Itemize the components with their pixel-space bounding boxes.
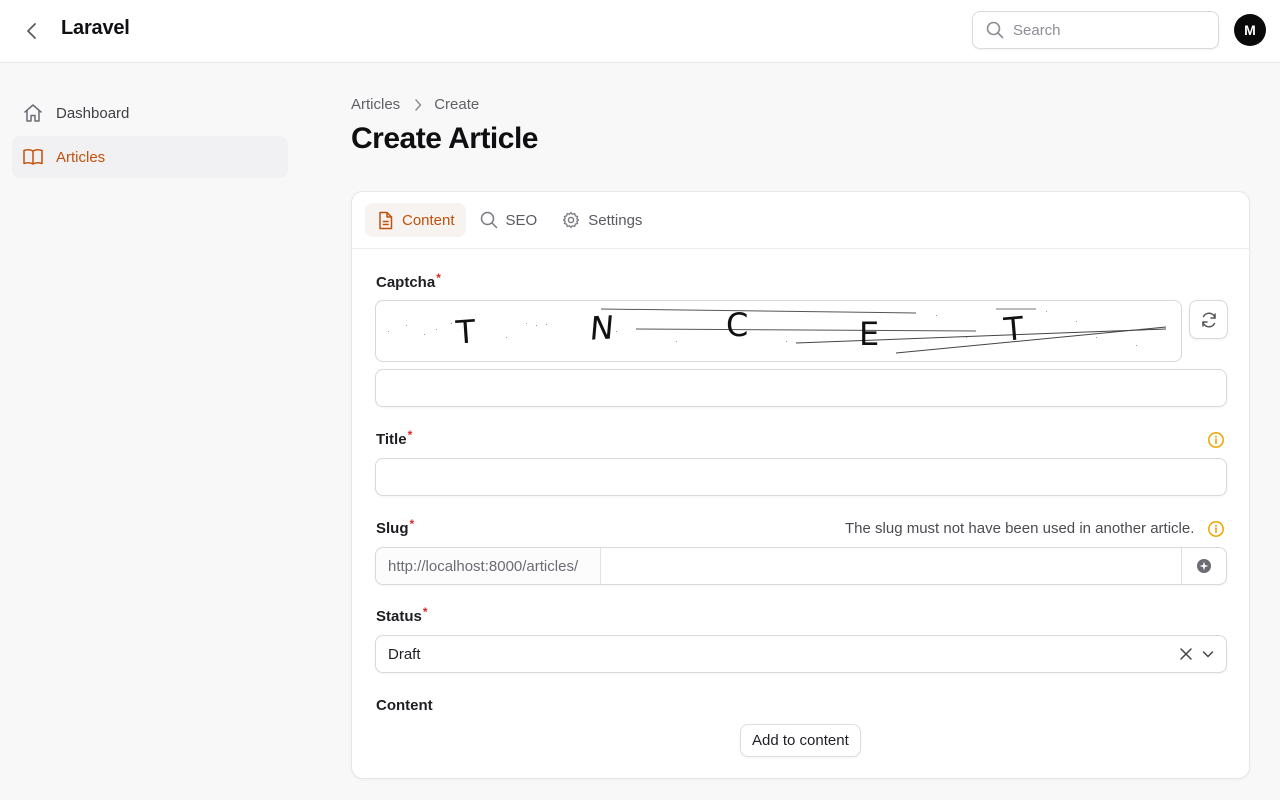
app-title[interactable]: Laravel (61, 17, 130, 40)
slug-generate-button[interactable] (1181, 548, 1226, 584)
page-title: Create Article (351, 122, 538, 155)
search-input[interactable] (1013, 21, 1203, 39)
chevron-left-icon (27, 23, 36, 39)
search-icon (480, 211, 497, 229)
refresh-icon (1201, 312, 1216, 327)
captcha-char: T (1002, 309, 1026, 349)
required-marker: * (409, 517, 415, 531)
captcha-input-wrap (375, 369, 1227, 407)
title-label: Title* (376, 428, 413, 448)
slug-prefix: http://localhost:8000/articles/ (376, 548, 601, 584)
chevron-down-icon[interactable] (1201, 646, 1215, 662)
status-selected-value: Draft (388, 645, 421, 663)
required-marker: * (407, 428, 413, 442)
avatar[interactable]: M (1234, 14, 1266, 46)
breadcrumb-item-create[interactable]: Create (434, 96, 479, 113)
status-label: Status* (376, 605, 428, 625)
tabs: Content SEO Settings (352, 192, 1249, 249)
captcha-label: Captcha* (376, 271, 441, 291)
slug-hint: The slug must not have been used in anot… (845, 520, 1195, 537)
top-bar: Laravel M (0, 0, 1280, 63)
sidebar-item-label: Articles (56, 148, 106, 166)
status-label-text: Status (376, 608, 422, 625)
title-input[interactable] (376, 459, 1226, 495)
add-to-content-button[interactable]: Add to content (740, 724, 861, 757)
gear-icon (563, 211, 580, 229)
breadcrumb-item-articles[interactable]: Articles (351, 96, 400, 113)
slug-label: Slug* (376, 517, 415, 537)
required-marker: * (436, 271, 441, 285)
captcha-char: T (454, 312, 477, 352)
sidebar-item-label: Dashboard (56, 104, 130, 122)
captcha-char: E (859, 315, 880, 353)
captcha-char: C (726, 306, 749, 344)
slug-input-group: http://localhost:8000/articles/ (375, 547, 1227, 585)
sparkle-circle-icon (1197, 559, 1211, 573)
content-label: Content (376, 697, 433, 714)
search-box[interactable] (972, 11, 1219, 49)
status-select[interactable]: Draft (375, 635, 1227, 673)
search-icon (986, 21, 1004, 39)
required-marker: * (422, 605, 428, 619)
tab-label: SEO (505, 211, 538, 229)
avatar-initial: M (1244, 22, 1256, 38)
slug-input-wrap (601, 548, 1181, 584)
tab-settings[interactable]: Settings (550, 203, 653, 237)
sidebar: Dashboard Articles (12, 92, 288, 180)
sidebar-item-dashboard[interactable]: Dashboard (12, 92, 288, 134)
slug-label-text: Slug (376, 520, 409, 537)
captcha-input[interactable] (376, 370, 1226, 406)
tab-seo[interactable]: SEO (468, 203, 549, 237)
sidebar-item-articles[interactable]: Articles (12, 136, 288, 178)
breadcrumb: Articles Create (351, 96, 479, 113)
tab-content[interactable]: Content (365, 203, 466, 237)
chevron-right-icon (414, 98, 422, 111)
document-icon (379, 211, 393, 229)
captcha-refresh-button[interactable] (1189, 300, 1228, 339)
home-icon (24, 104, 42, 122)
captcha-label-text: Captcha (376, 274, 436, 291)
info-icon[interactable] (1207, 520, 1225, 538)
close-icon[interactable] (1179, 646, 1193, 662)
captcha-noise (388, 308, 1167, 354)
book-open-icon (23, 149, 43, 165)
title-input-wrap (375, 458, 1227, 496)
title-label-text: Title (376, 431, 407, 448)
info-icon[interactable] (1207, 431, 1225, 449)
captcha-char: N (588, 308, 616, 348)
captcha-image: T N C E T (375, 300, 1182, 362)
tab-label: Settings (588, 211, 643, 229)
back-button[interactable] (18, 17, 46, 45)
form-card: Content SEO Settings Captcha* T N C E T … (351, 191, 1250, 779)
slug-input[interactable] (601, 548, 1181, 584)
tab-label: Content (402, 211, 455, 229)
